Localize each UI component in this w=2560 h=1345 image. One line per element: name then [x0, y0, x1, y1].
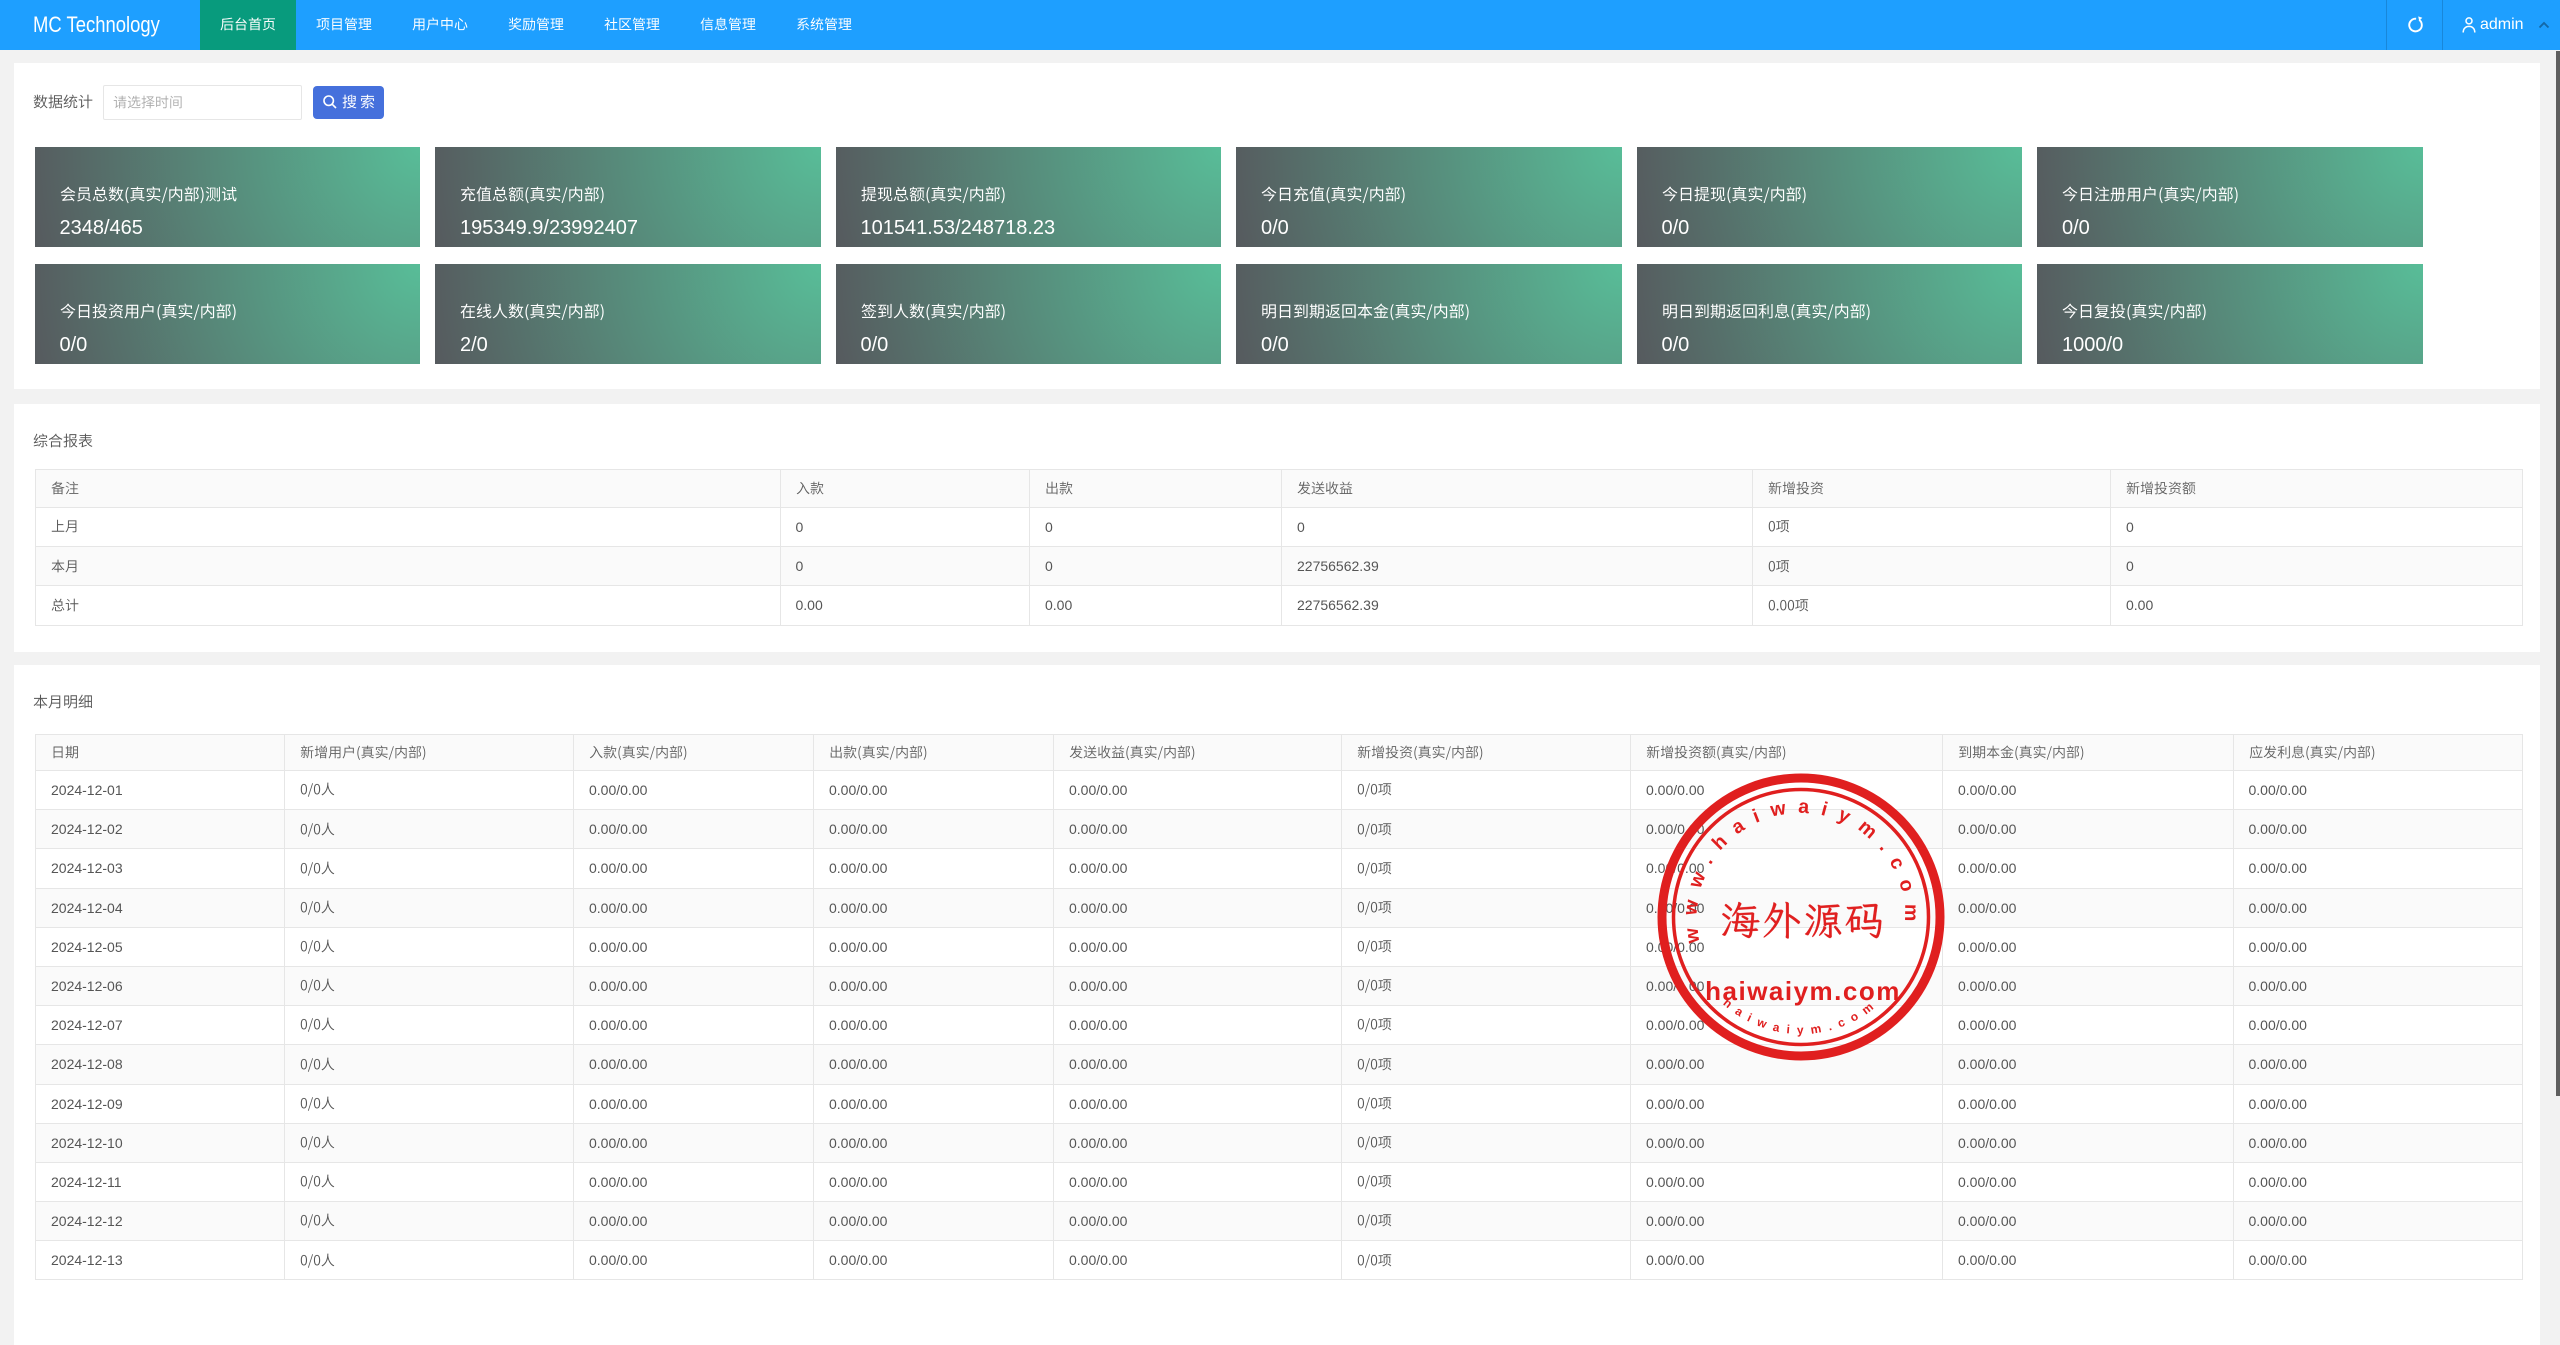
svg-text:www.haiwaiym.com: www.haiwaiym.com — [1679, 795, 1922, 945]
svg-text:haiwaiym.com: haiwaiym.com — [1705, 976, 1901, 1006]
